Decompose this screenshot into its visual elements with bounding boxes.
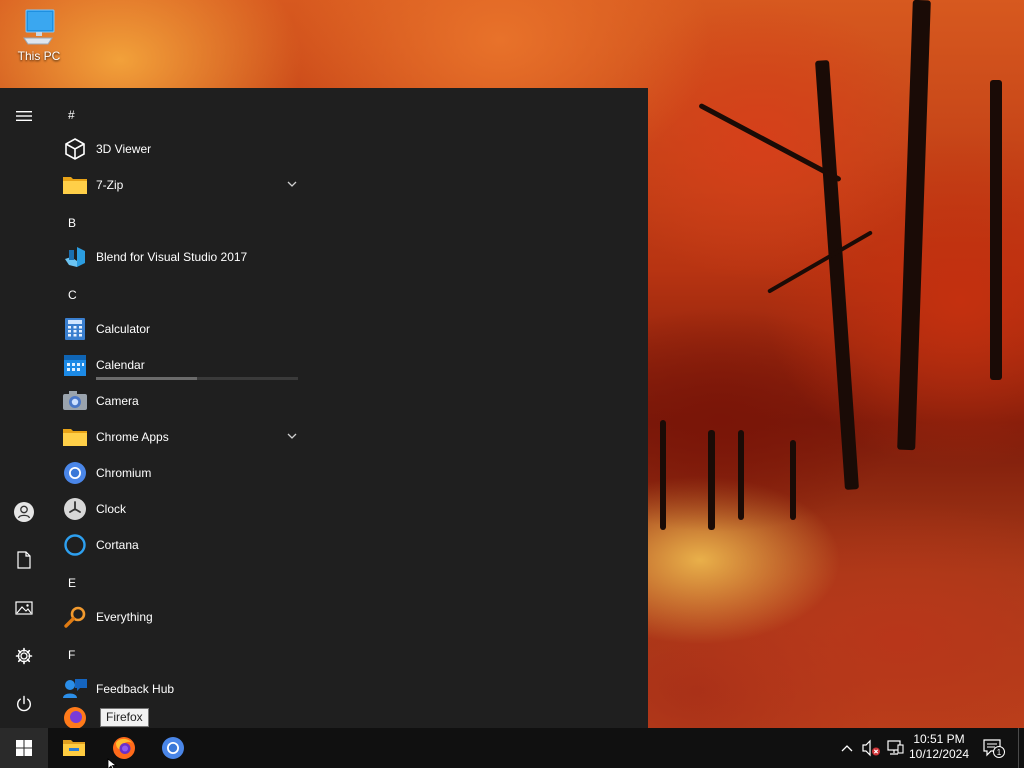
app-everything[interactable]: Everything	[60, 599, 302, 635]
network-button[interactable]	[885, 738, 905, 758]
firefox-tooltip: Firefox	[100, 708, 149, 727]
app-blend-visual-studio[interactable]: Blend for Visual Studio 2017	[60, 239, 302, 275]
tree-trunk	[790, 440, 796, 520]
chromium-icon	[162, 737, 184, 759]
user-icon	[14, 502, 34, 522]
show-hidden-icons-button[interactable]	[837, 738, 857, 758]
pictures-icon	[15, 601, 33, 615]
documents-button[interactable]	[0, 536, 48, 584]
chevron-up-icon	[841, 745, 853, 752]
app-chromium[interactable]: Chromium	[60, 455, 302, 491]
app-cortana[interactable]: Cortana	[60, 527, 302, 563]
app-list: # 3D Viewer 7-Zip B Blend for Visual Stu…	[48, 88, 310, 728]
camera-icon	[62, 388, 88, 414]
tree-trunk	[897, 0, 931, 451]
clock-time: 10:51 PM	[913, 732, 965, 746]
network-icon	[887, 740, 904, 755]
volume-muted-icon	[862, 739, 880, 757]
calendar-progress-fill	[96, 377, 197, 380]
start-rail	[0, 88, 48, 728]
calendar-progress-bar	[96, 377, 298, 380]
hamburger-icon	[16, 111, 32, 121]
start-button[interactable]	[0, 728, 48, 768]
app-calculator[interactable]: Calculator	[60, 311, 302, 347]
notification-icon: 1	[983, 739, 1005, 758]
tree-trunk	[815, 60, 859, 490]
desktop-icon-label: This PC	[17, 49, 61, 63]
tree-branch	[767, 230, 873, 294]
tree-trunk	[708, 430, 715, 530]
clock-icon	[62, 496, 88, 522]
chevron-down-icon	[287, 181, 297, 187]
app-3d-viewer[interactable]: 3D Viewer	[60, 131, 302, 167]
power-icon	[17, 695, 31, 712]
settings-button[interactable]	[0, 632, 48, 680]
group-header-hash[interactable]: #	[68, 97, 108, 133]
this-pc-icon	[23, 9, 55, 45]
taskbar-file-explorer[interactable]	[50, 728, 98, 768]
firefox-icon	[62, 707, 88, 728]
tree-trunk	[990, 80, 1002, 380]
blend-icon	[62, 244, 88, 270]
taskbar-clock[interactable]: 10:51 PM 10/12/2024	[904, 732, 974, 764]
group-header-f[interactable]: F	[68, 637, 108, 673]
folder-icon	[62, 424, 88, 450]
chromium-icon	[62, 460, 88, 486]
show-desktop-button[interactable]	[1018, 728, 1024, 768]
3d-viewer-icon	[62, 136, 88, 162]
taskbar: 10:51 PM 10/12/2024 1	[0, 728, 1024, 768]
notification-count: 1	[997, 748, 1002, 757]
group-header-e[interactable]: E	[68, 565, 108, 601]
app-feedback-hub[interactable]: Feedback Hub	[60, 671, 302, 707]
clock-date: 10/12/2024	[908, 747, 970, 761]
search-magnifier-icon	[62, 604, 88, 630]
volume-button[interactable]	[861, 738, 881, 758]
action-center-button[interactable]: 1	[982, 738, 1006, 758]
user-account-button[interactable]	[0, 488, 48, 536]
folder-icon	[62, 172, 88, 198]
start-menu: # 3D Viewer 7-Zip B Blend for Visual Stu…	[0, 88, 648, 728]
taskbar-chromium[interactable]	[149, 728, 197, 768]
tree-trunk	[738, 430, 744, 520]
chevron-down-icon	[287, 433, 297, 439]
windows-logo-icon	[16, 740, 32, 756]
pictures-button[interactable]	[0, 584, 48, 632]
mouse-cursor-icon	[107, 758, 117, 768]
app-camera[interactable]: Camera	[60, 383, 302, 419]
tree-trunk	[660, 420, 666, 530]
desktop-icon-this-pc[interactable]: This PC	[10, 8, 68, 76]
calculator-icon	[62, 316, 88, 342]
app-clock[interactable]: Clock	[60, 491, 302, 527]
file-explorer-icon	[63, 740, 85, 756]
app-folder-7-zip[interactable]: 7-Zip	[60, 167, 302, 203]
document-icon	[17, 551, 31, 569]
expand-menu-button[interactable]	[0, 92, 48, 140]
group-header-b[interactable]: B	[68, 205, 108, 241]
group-header-c[interactable]: C	[68, 277, 108, 313]
app-folder-chrome-apps[interactable]: Chrome Apps	[60, 419, 302, 455]
calendar-icon	[62, 352, 88, 378]
cortana-icon	[62, 532, 88, 558]
firefox-icon	[113, 737, 135, 759]
feedback-hub-icon	[62, 676, 88, 702]
gear-icon	[15, 647, 33, 665]
app-firefox[interactable]	[60, 707, 302, 728]
power-button[interactable]	[0, 680, 48, 728]
